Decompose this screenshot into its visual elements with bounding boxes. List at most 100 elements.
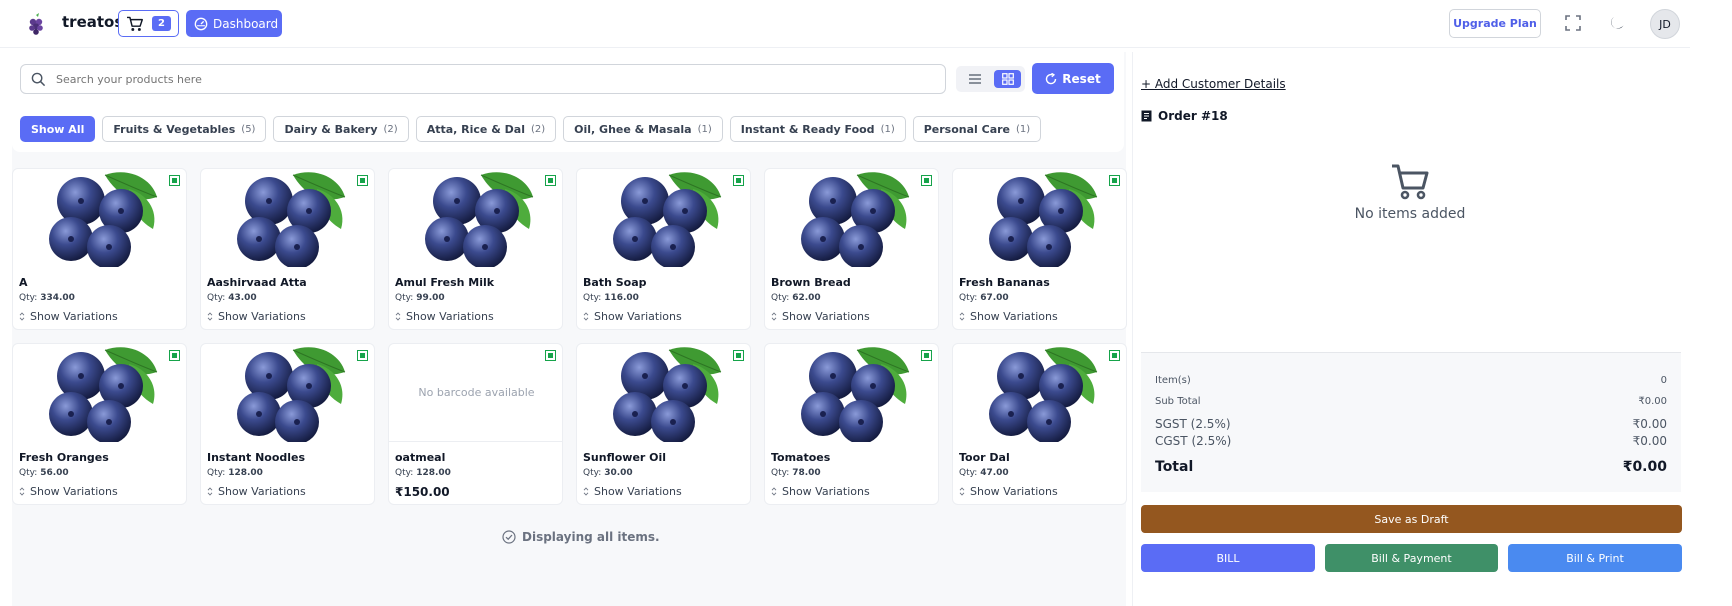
product-card[interactable]: Bath Soap Qty: 116.00 Show Variations <box>576 168 751 330</box>
product-name: A <box>19 276 28 289</box>
veg-indicator-icon <box>169 175 180 186</box>
variations-label: Show Variations <box>30 310 118 323</box>
category-atta-rice-dal[interactable]: Atta, Rice & Dal (2) <box>415 116 557 142</box>
veg-indicator-icon <box>733 350 744 361</box>
product-image <box>201 169 374 267</box>
sort-arrows-icon <box>583 312 589 321</box>
qty-label: Qty: <box>19 293 38 303</box>
sort-arrows-icon <box>959 487 965 496</box>
bill-button[interactable]: BILL <box>1141 544 1315 572</box>
category-dairy-bakery[interactable]: Dairy & Bakery (2) <box>273 116 409 142</box>
search-input[interactable] <box>56 72 916 86</box>
product-card[interactable]: A Qty: 334.00 Show Variations <box>12 168 187 330</box>
bill-and-payment-button[interactable]: Bill & Payment <box>1325 544 1498 572</box>
bill-and-print-button[interactable]: Bill & Print <box>1508 544 1682 572</box>
product-card[interactable]: Amul Fresh Milk Qty: 99.00 Show Variatio… <box>388 168 563 330</box>
user-avatar[interactable]: JD <box>1650 9 1680 39</box>
cart-button[interactable]: 2 <box>118 10 179 37</box>
reset-button[interactable]: Reset <box>1032 63 1114 94</box>
product-qty: Qty: 128.00 <box>395 468 451 478</box>
product-name: Fresh Oranges <box>19 451 109 464</box>
sort-arrows-icon <box>583 487 589 496</box>
variations-label: Show Variations <box>406 310 494 323</box>
brand-name: treatos <box>62 13 124 31</box>
product-image <box>953 344 1126 442</box>
product-image <box>201 344 374 442</box>
product-card[interactable]: Brown Bread Qty: 62.00 Show Variations <box>764 168 939 330</box>
product-name: Amul Fresh Milk <box>395 276 495 289</box>
grid-footer-note: Displaying all items. <box>502 530 660 544</box>
category-instant-ready-food[interactable]: Instant & Ready Food (1) <box>729 116 906 142</box>
product-qty: Qty: 334.00 <box>19 293 75 303</box>
show-variations-toggle[interactable]: Show Variations <box>959 310 1058 323</box>
qty-value: 334.00 <box>40 293 75 303</box>
show-variations-toggle[interactable]: Show Variations <box>583 310 682 323</box>
qty-value: 78.00 <box>792 468 821 478</box>
fullscreen-icon[interactable] <box>1564 14 1582 32</box>
product-card[interactable]: Aashirvaad Atta Qty: 43.00 Show Variatio… <box>200 168 375 330</box>
product-card[interactable]: Tomatoes Qty: 78.00 Show Variations <box>764 343 939 505</box>
dark-mode-moon-icon[interactable] <box>1608 14 1626 32</box>
sort-arrows-icon <box>19 487 25 496</box>
category-fruits-vegetables[interactable]: Fruits & Vegetables (5) <box>102 116 267 142</box>
category-count: (1) <box>880 123 895 135</box>
category-count: (1) <box>1016 123 1031 135</box>
product-card[interactable]: Instant Noodles Qty: 128.00 Show Variati… <box>200 343 375 505</box>
variations-label: Show Variations <box>218 485 306 498</box>
show-variations-toggle[interactable]: Show Variations <box>207 485 306 498</box>
qty-value: 67.00 <box>980 293 1009 303</box>
product-card[interactable]: No barcode available oatmeal Qty: 128.00… <box>388 343 563 505</box>
show-variations-toggle[interactable]: Show Variations <box>207 310 306 323</box>
summary-value: ₹0.00 <box>1638 396 1667 407</box>
blueberry-image-icon <box>236 346 345 442</box>
qty-label: Qty: <box>959 468 978 478</box>
show-variations-toggle[interactable]: Show Variations <box>395 310 494 323</box>
save-as-draft-button[interactable]: Save as Draft <box>1141 505 1682 533</box>
product-image <box>389 169 562 267</box>
product-card[interactable]: Fresh Bananas Qty: 67.00 Show Variations <box>952 168 1127 330</box>
product-search-box[interactable] <box>20 64 946 94</box>
order-title: Order #18 <box>1141 109 1228 123</box>
category-personal-care[interactable]: Personal Care (1) <box>912 116 1042 142</box>
variations-label: Show Variations <box>594 485 682 498</box>
product-name: Brown Bread <box>771 276 851 289</box>
category-oil-ghee-masala[interactable]: Oil, Ghee & Masala (1) <box>563 116 723 142</box>
product-name: oatmeal <box>395 451 446 464</box>
grape-logo-icon[interactable] <box>24 12 48 36</box>
product-qty: Qty: 43.00 <box>207 293 257 303</box>
dashboard-button[interactable]: Dashboard <box>186 10 282 37</box>
show-variations-toggle[interactable]: Show Variations <box>583 485 682 498</box>
qty-label: Qty: <box>771 468 790 478</box>
blueberry-image-icon <box>800 346 909 442</box>
product-qty: Qty: 78.00 <box>771 468 821 478</box>
show-variations-toggle[interactable]: Show Variations <box>771 310 870 323</box>
summary-label: Item(s) <box>1155 375 1191 386</box>
reset-label: Reset <box>1062 71 1101 86</box>
qty-value: 30.00 <box>604 468 633 478</box>
product-card[interactable]: Fresh Oranges Qty: 56.00 Show Variations <box>12 343 187 505</box>
category-show-all[interactable]: Show All <box>20 116 96 142</box>
veg-indicator-icon <box>545 350 556 361</box>
product-image <box>953 169 1126 267</box>
product-name: Fresh Bananas <box>959 276 1050 289</box>
no-barcode-text: No barcode available <box>418 386 535 399</box>
grid-view-button[interactable] <box>994 70 1021 88</box>
variations-label: Show Variations <box>970 485 1058 498</box>
show-variations-toggle[interactable]: Show Variations <box>19 485 118 498</box>
list-view-button[interactable] <box>964 70 986 88</box>
show-variations-toggle[interactable]: Show Variations <box>19 310 118 323</box>
add-customer-details-link[interactable]: + Add Customer Details <box>1141 77 1286 91</box>
product-card[interactable]: Toor Dal Qty: 47.00 Show Variations <box>952 343 1127 505</box>
cart-icon <box>127 16 143 31</box>
product-qty: Qty: 116.00 <box>583 293 639 303</box>
show-variations-toggle[interactable]: Show Variations <box>959 485 1058 498</box>
category-count: (5) <box>241 123 256 135</box>
veg-indicator-icon <box>733 175 744 186</box>
product-card[interactable]: Sunflower Oil Qty: 30.00 Show Variations <box>576 343 751 505</box>
blueberry-image-icon <box>48 346 157 442</box>
qty-label: Qty: <box>19 468 38 478</box>
sort-arrows-icon <box>959 312 965 321</box>
product-qty: Qty: 128.00 <box>207 468 263 478</box>
upgrade-plan-button[interactable]: Upgrade Plan <box>1449 9 1541 38</box>
show-variations-toggle[interactable]: Show Variations <box>771 485 870 498</box>
